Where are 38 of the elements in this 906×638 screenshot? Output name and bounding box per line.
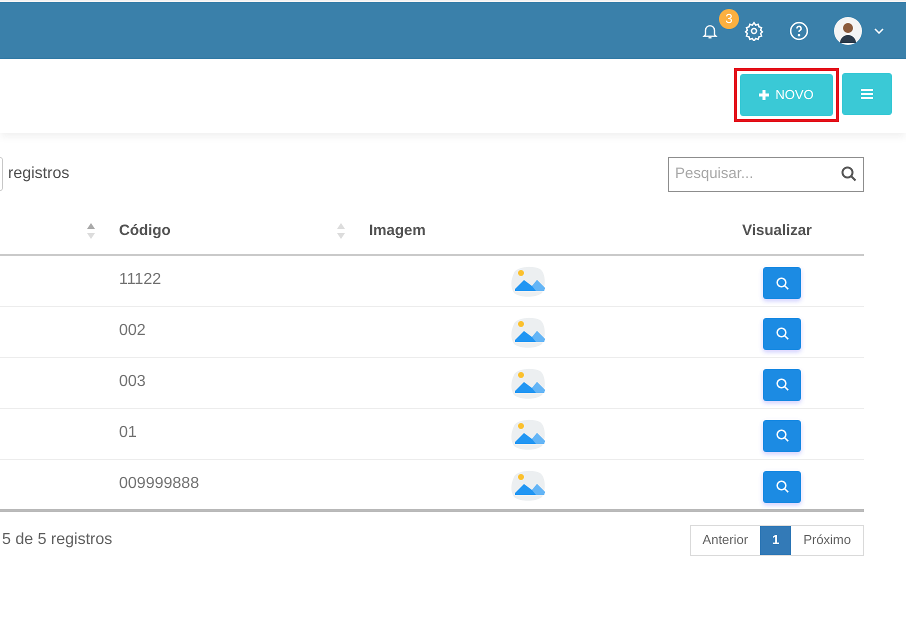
image-placeholder-icon xyxy=(510,366,546,400)
view-button[interactable] xyxy=(763,267,801,299)
view-button[interactable] xyxy=(763,420,801,452)
search-icon xyxy=(776,327,788,340)
help-icon[interactable] xyxy=(789,20,809,40)
length-label: registros xyxy=(8,164,70,184)
image-placeholder-icon xyxy=(510,316,546,350)
column-header[interactable]: Visualizar xyxy=(742,220,812,242)
column-header[interactable]: Código xyxy=(119,220,171,242)
search-icon xyxy=(776,378,788,391)
column-header[interactable]: Imagem xyxy=(369,220,426,242)
search-icon[interactable] xyxy=(841,166,857,182)
info-text: 5 de 5 registros xyxy=(2,530,112,550)
sort-icon[interactable] xyxy=(87,222,95,240)
code-cell: 11122 xyxy=(119,271,162,288)
view-button[interactable] xyxy=(763,368,801,400)
menu-icon xyxy=(861,89,873,99)
search-icon xyxy=(776,480,788,493)
code-cell: 01 xyxy=(119,424,137,440)
search-icon xyxy=(776,276,788,290)
view-button[interactable] xyxy=(763,318,801,350)
pagination-button[interactable]: 1 xyxy=(760,526,792,554)
image-placeholder-icon xyxy=(510,468,546,502)
avatar[interactable] xyxy=(834,16,862,44)
settings-icon[interactable] xyxy=(744,20,764,40)
view-button[interactable] xyxy=(763,470,801,502)
search-input[interactable]: Pesquisar... xyxy=(675,162,841,186)
menu-button[interactable] xyxy=(842,73,892,115)
code-cell: 003 xyxy=(119,372,146,390)
search-icon xyxy=(776,429,788,442)
chevron-down-icon[interactable] xyxy=(874,28,884,34)
image-placeholder-icon xyxy=(510,418,546,452)
image-placeholder-icon xyxy=(510,265,546,299)
plus-icon xyxy=(759,90,770,100)
notification-badge: 3 xyxy=(719,8,739,28)
code-cell: 002 xyxy=(119,322,146,338)
code-cell: 009999888 xyxy=(119,474,200,492)
search-field[interactable]: Pesquisar... xyxy=(668,156,864,192)
